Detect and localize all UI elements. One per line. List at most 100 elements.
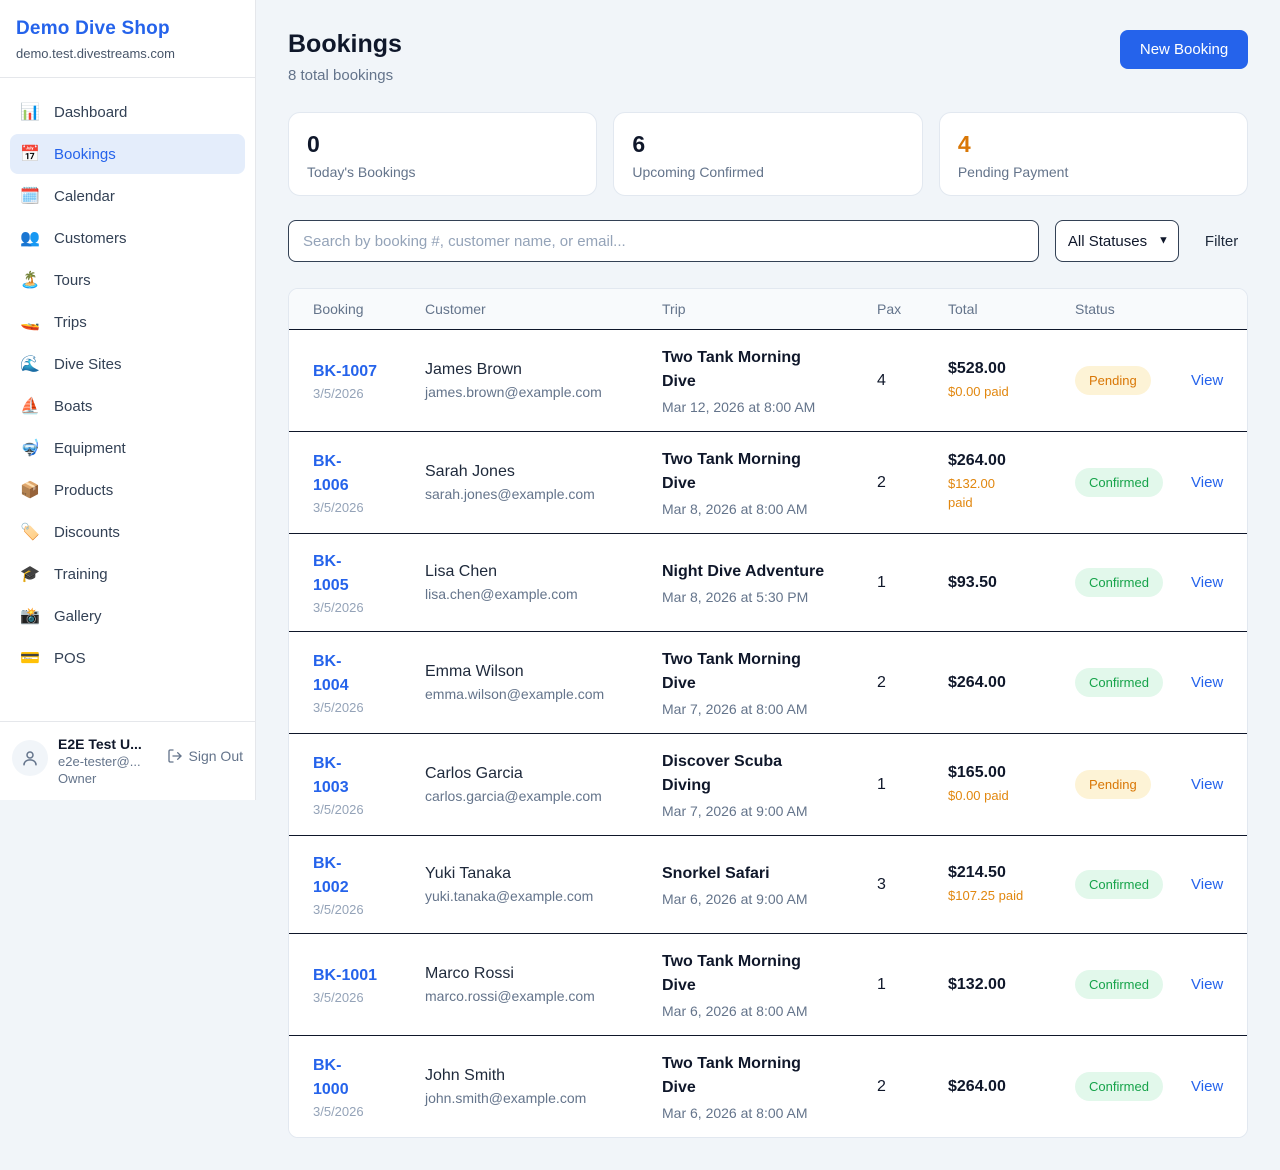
view-link[interactable]: View xyxy=(1191,976,1223,993)
view-link[interactable]: View xyxy=(1191,372,1223,389)
filter-button[interactable]: Filter xyxy=(1195,233,1248,250)
user-email: e2e-tester@... xyxy=(58,754,157,769)
column-header-trip: Trip xyxy=(662,301,877,317)
booking-number-link[interactable]: BK-1001 xyxy=(313,964,425,987)
trip-datetime: Mar 7, 2026 at 8:00 AM xyxy=(662,701,877,717)
column-header-actions xyxy=(1191,301,1223,317)
total-cell: $264.00 xyxy=(948,674,1075,692)
view-link[interactable]: View xyxy=(1191,474,1223,491)
customer-cell: Marco Rossi marco.rossi@example.com xyxy=(425,965,662,1004)
trip-datetime: Mar 6, 2026 at 8:00 AM xyxy=(662,1105,877,1121)
sidebar-item-label: Bookings xyxy=(54,146,116,163)
total-cell: $165.00 $0.00 paid xyxy=(948,764,1075,806)
island-icon: 🏝️ xyxy=(20,270,40,290)
customer-name: Emma Wilson xyxy=(425,663,662,681)
status-cell: Confirmed xyxy=(1075,1072,1191,1101)
customer-cell: Carlos Garcia carlos.garcia@example.com xyxy=(425,765,662,804)
customer-email: lisa.chen@example.com xyxy=(425,586,662,602)
sign-out-button[interactable]: Sign Out xyxy=(167,748,243,764)
trip-name: Two Tank Morning Dive xyxy=(662,950,877,998)
paid-amount: $132.00 paid xyxy=(948,475,1075,513)
booking-number-link[interactable]: BK- 1000 xyxy=(313,1054,425,1100)
booking-number-link[interactable]: BK- 1006 xyxy=(313,450,425,496)
table-row: BK- 1000 3/5/2026 John Smith john.smith@… xyxy=(289,1036,1247,1137)
booking-number-link[interactable]: BK-1007 xyxy=(313,360,425,383)
sidebar-item-calendar[interactable]: 🗓️ Calendar xyxy=(10,176,245,216)
sidebar-item-label: POS xyxy=(54,650,86,667)
sidebar-item-boats[interactable]: ⛵ Boats xyxy=(10,386,245,426)
trip-cell: Two Tank Morning Dive Mar 6, 2026 at 8:0… xyxy=(662,1052,877,1121)
sidebar-item-discounts[interactable]: 🏷️ Discounts xyxy=(10,512,245,552)
booking-number-link[interactable]: BK- 1003 xyxy=(313,752,425,798)
user-box: E2E Test U... e2e-tester@... Owner Sign … xyxy=(0,721,255,800)
camera-icon: 📸 xyxy=(20,606,40,626)
avatar xyxy=(12,740,48,776)
view-link[interactable]: View xyxy=(1191,1078,1223,1095)
pax-count: 2 xyxy=(877,474,948,492)
trip-cell: Two Tank Morning Dive Mar 7, 2026 at 8:0… xyxy=(662,648,877,717)
total-cell: $528.00 $0.00 paid xyxy=(948,360,1075,402)
booking-number-link[interactable]: BK- 1002 xyxy=(313,852,425,898)
sign-out-icon xyxy=(167,748,183,764)
view-link[interactable]: View xyxy=(1191,876,1223,893)
sidebar-item-training[interactable]: 🎓 Training xyxy=(10,554,245,594)
booking-cell: BK- 1002 3/5/2026 xyxy=(313,852,425,916)
total-cell: $214.50 $107.25 paid xyxy=(948,864,1075,906)
booking-cell: BK- 1004 3/5/2026 xyxy=(313,650,425,714)
search-input[interactable] xyxy=(288,220,1039,262)
shop-name: Demo Dive Shop xyxy=(16,18,239,40)
pax-count: 3 xyxy=(877,876,948,894)
sidebar-item-gallery[interactable]: 📸 Gallery xyxy=(10,596,245,636)
booking-cell: BK-1001 3/5/2026 xyxy=(313,964,425,1005)
speedboat-icon: 🚤 xyxy=(20,312,40,332)
package-icon: 📦 xyxy=(20,480,40,500)
total-amount: $132.00 xyxy=(948,976,1075,994)
booking-number-link[interactable]: BK- 1005 xyxy=(313,550,425,596)
column-header-status: Status xyxy=(1075,301,1191,317)
table-header-row: Booking Customer Trip Pax Total Status xyxy=(289,289,1247,330)
view-link[interactable]: View xyxy=(1191,776,1223,793)
trip-datetime: Mar 8, 2026 at 5:30 PM xyxy=(662,589,877,605)
total-amount: $264.00 xyxy=(948,452,1075,470)
pax-count: 2 xyxy=(877,674,948,692)
paid-amount: $107.25 paid xyxy=(948,887,1075,906)
trip-cell: Two Tank Morning Dive Mar 6, 2026 at 8:0… xyxy=(662,950,877,1019)
new-booking-button[interactable]: New Booking xyxy=(1120,30,1248,69)
trip-datetime: Mar 7, 2026 at 9:00 AM xyxy=(662,803,877,819)
sidebar-item-pos[interactable]: 💳 POS xyxy=(10,638,245,678)
sidebar-item-dive-sites[interactable]: 🌊 Dive Sites xyxy=(10,344,245,384)
status-select[interactable]: All Statuses xyxy=(1055,220,1179,262)
sidebar-item-customers[interactable]: 👥 Customers xyxy=(10,218,245,258)
user-meta: E2E Test U... e2e-tester@... Owner xyxy=(58,736,157,786)
total-amount: $264.00 xyxy=(948,1078,1075,1096)
view-link[interactable]: View xyxy=(1191,674,1223,691)
stat-value: 4 xyxy=(958,131,1229,158)
total-amount: $165.00 xyxy=(948,764,1075,782)
pax-count: 1 xyxy=(877,574,948,592)
sidebar-nav: 📊 Dashboard 📅 Bookings 🗓️ Calendar 👥 Cus… xyxy=(0,78,255,680)
customer-cell: James Brown james.brown@example.com xyxy=(425,361,662,400)
sidebar-item-trips[interactable]: 🚤 Trips xyxy=(10,302,245,342)
booking-number-link[interactable]: BK- 1004 xyxy=(313,650,425,696)
trip-datetime: Mar 6, 2026 at 8:00 AM xyxy=(662,1003,877,1019)
view-link[interactable]: View xyxy=(1191,574,1223,591)
graduation-cap-icon: 🎓 xyxy=(20,564,40,584)
sidebar-item-products[interactable]: 📦 Products xyxy=(10,470,245,510)
page-title: Bookings xyxy=(288,30,402,59)
actions-cell: View xyxy=(1191,674,1223,692)
total-cell: $93.50 xyxy=(948,574,1075,592)
stat-value: 0 xyxy=(307,131,578,158)
trip-datetime: Mar 6, 2026 at 9:00 AM xyxy=(662,891,877,907)
customer-cell: Emma Wilson emma.wilson@example.com xyxy=(425,663,662,702)
sidebar-item-tours[interactable]: 🏝️ Tours xyxy=(10,260,245,300)
pax-count: 4 xyxy=(877,372,948,390)
sailboat-icon: ⛵ xyxy=(20,396,40,416)
bookings-table: Booking Customer Trip Pax Total Status B… xyxy=(288,288,1248,1138)
sidebar-item-bookings[interactable]: 📅 Bookings xyxy=(10,134,245,174)
customer-name: Marco Rossi xyxy=(425,965,662,983)
sidebar-item-dashboard[interactable]: 📊 Dashboard xyxy=(10,92,245,132)
sign-out-label: Sign Out xyxy=(189,748,243,764)
sidebar-item-label: Boats xyxy=(54,398,92,415)
sidebar-item-equipment[interactable]: 🤿 Equipment xyxy=(10,428,245,468)
stat-card: 0 Today's Bookings xyxy=(288,112,597,196)
